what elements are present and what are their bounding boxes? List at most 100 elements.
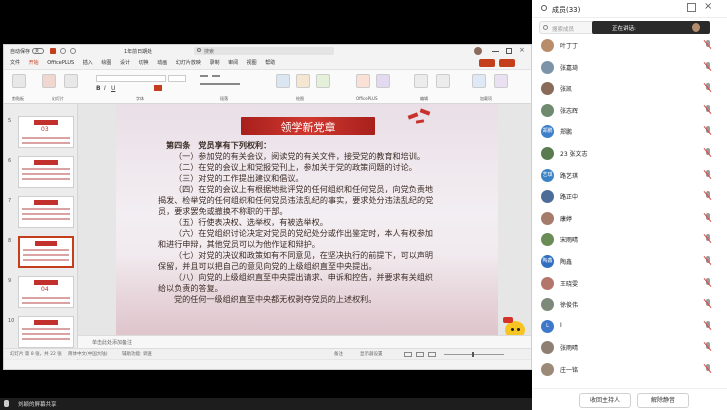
- menu-tab-officeplus[interactable]: OfficePLUS: [47, 57, 74, 69]
- maximize-icon[interactable]: [506, 48, 512, 54]
- mic-muted-icon[interactable]: [703, 363, 712, 374]
- menu-tab-record[interactable]: 录制: [209, 57, 219, 69]
- record-button[interactable]: [479, 59, 495, 67]
- slide-line: （五）行使表决权、选举权，有被选举权。: [174, 217, 328, 227]
- notes-toggle[interactable]: 备注: [334, 351, 343, 357]
- member-row[interactable]: 张雨晴: [532, 337, 727, 359]
- redo-icon[interactable]: [70, 48, 76, 54]
- slide-thumbnail-10[interactable]: [18, 316, 74, 348]
- mic-muted-icon[interactable]: [703, 255, 712, 266]
- display-settings[interactable]: 显示器设置: [360, 351, 383, 357]
- slide-thumbnail-8[interactable]: [18, 236, 74, 268]
- new-slide-icon[interactable]: [42, 74, 56, 88]
- search-box[interactable]: 搜索: [194, 47, 334, 55]
- arrange-icon[interactable]: [296, 74, 310, 88]
- mic-muted-icon[interactable]: [703, 83, 712, 93]
- close-icon[interactable]: ×: [519, 46, 525, 54]
- member-row[interactable]: 张嘉琦: [532, 57, 727, 79]
- member-row[interactable]: 康婷: [532, 208, 727, 230]
- paste-icon[interactable]: [12, 74, 26, 88]
- accessibility-indicator[interactable]: 辅助功能: 调查: [122, 351, 152, 357]
- mic-muted-icon[interactable]: [703, 212, 712, 223]
- mic-muted-icon[interactable]: [703, 126, 712, 136]
- member-row[interactable]: 张凯: [532, 78, 727, 100]
- member-row[interactable]: 郑鹏 郑鹏: [532, 121, 727, 143]
- menu-tab-design[interactable]: 设计: [120, 57, 130, 69]
- member-row[interactable]: 庄一铭: [532, 359, 727, 381]
- mic-muted-icon[interactable]: [703, 147, 712, 158]
- bold-icon[interactable]: B: [96, 85, 101, 92]
- mic-muted-icon[interactable]: [703, 104, 712, 115]
- menu-tab-slideshow[interactable]: 幻灯片放映: [176, 57, 201, 69]
- font-color-icon[interactable]: [154, 85, 162, 91]
- slide-thumbnail-5[interactable]: 03: [18, 116, 74, 148]
- member-row[interactable]: 路正中: [532, 186, 727, 208]
- user-avatar[interactable]: [474, 47, 482, 55]
- mic-muted-icon[interactable]: [703, 277, 712, 288]
- mic-muted-icon[interactable]: [703, 191, 712, 201]
- notes-pane[interactable]: 单击此处添加备注: [78, 335, 531, 348]
- dictate-icon[interactable]: [472, 74, 486, 88]
- underline-icon[interactable]: U: [111, 85, 115, 92]
- designer-icon[interactable]: [494, 74, 508, 88]
- member-row[interactable]: 23 张文志: [532, 143, 727, 165]
- italic-icon[interactable]: I: [104, 85, 106, 92]
- member-row[interactable]: 陶鑫 陶鑫: [532, 251, 727, 273]
- ribbon-group-font: 字体: [136, 96, 144, 101]
- member-row[interactable]: 宋雨晴: [532, 229, 727, 251]
- slide-line: （七）对党的决议和政策如有不同意见，在坚决执行的前提下，可以声明: [174, 250, 434, 260]
- sorter-view-icon[interactable]: [416, 352, 424, 357]
- menu-tab-animations[interactable]: 动画: [157, 57, 167, 69]
- member-row[interactable]: 张志辉: [532, 100, 727, 122]
- close-panel-icon[interactable]: ×: [704, 1, 712, 12]
- menu-tab-review[interactable]: 审阅: [228, 57, 238, 69]
- mic-muted-icon[interactable]: [703, 342, 712, 352]
- quick-styles-icon[interactable]: [316, 74, 330, 88]
- slide-thumbnail-6[interactable]: [18, 156, 74, 188]
- font-family-select[interactable]: [96, 75, 166, 82]
- member-row[interactable]: 艺琪 路艺琪: [532, 165, 727, 187]
- member-row[interactable]: 叶丁丁: [532, 35, 727, 57]
- menu-tab-insert[interactable]: 插入: [83, 57, 93, 69]
- member-name: 庄一铭: [560, 367, 579, 374]
- mic-muted-icon[interactable]: [703, 234, 712, 244]
- zoom-slider-thumb[interactable]: [472, 352, 474, 357]
- mic-muted-icon[interactable]: [703, 39, 712, 50]
- unmute-button[interactable]: 解除静音: [637, 393, 689, 408]
- mic-muted-icon[interactable]: [703, 320, 712, 331]
- avatar: 艺琪: [541, 168, 554, 182]
- member-row[interactable]: 徐俊伟: [532, 294, 727, 316]
- slide-thumbnail-9[interactable]: 04: [18, 276, 74, 308]
- mic-muted-icon[interactable]: [703, 299, 712, 309]
- menu-tab-draw[interactable]: 绘图: [101, 57, 111, 69]
- zoom-slider[interactable]: [444, 354, 504, 355]
- minimize-icon[interactable]: [492, 51, 499, 52]
- layout-icon[interactable]: [64, 74, 78, 88]
- officeplus-icon-2[interactable]: [376, 74, 390, 88]
- font-size-select[interactable]: [168, 75, 186, 82]
- slide-thumbnail-7[interactable]: [18, 196, 74, 228]
- normal-view-icon[interactable]: [404, 352, 412, 357]
- share-button[interactable]: [499, 59, 515, 67]
- reading-view-icon[interactable]: [428, 352, 436, 357]
- menu-tab-view[interactable]: 视图: [247, 57, 257, 69]
- member-row[interactable]: LI: [532, 316, 727, 338]
- officeplus-icon[interactable]: [356, 74, 370, 88]
- find-icon[interactable]: [414, 74, 428, 88]
- reclaim-host-button[interactable]: 收回主持人: [579, 393, 631, 408]
- paragraph-tools[interactable]: [200, 75, 260, 93]
- undo-icon[interactable]: [60, 48, 66, 54]
- mic-muted-icon[interactable]: [703, 61, 712, 72]
- shapes-icon[interactable]: [276, 74, 290, 88]
- menu-tab-transitions[interactable]: 切换: [139, 57, 149, 69]
- mic-muted-icon[interactable]: [703, 169, 712, 180]
- popout-icon[interactable]: [687, 3, 696, 12]
- replace-icon[interactable]: [436, 74, 450, 88]
- slide-body-text[interactable]: 第四条 党员享有下列权利： （一）参加党的有关会议，阅读党的有关文件，接受党的教…: [158, 140, 496, 340]
- menu-tab-help[interactable]: 帮助: [265, 57, 275, 69]
- save-icon[interactable]: [50, 48, 56, 54]
- member-row[interactable]: 王晓雯: [532, 273, 727, 295]
- menu-tab-file[interactable]: 文件: [10, 57, 20, 69]
- slide-line: 给以负责的答复。: [158, 283, 223, 293]
- current-slide[interactable]: 领学新党章 第四条 党员享有下列权利： （一）参加党的有关会议，阅读党的有关文件…: [116, 104, 498, 348]
